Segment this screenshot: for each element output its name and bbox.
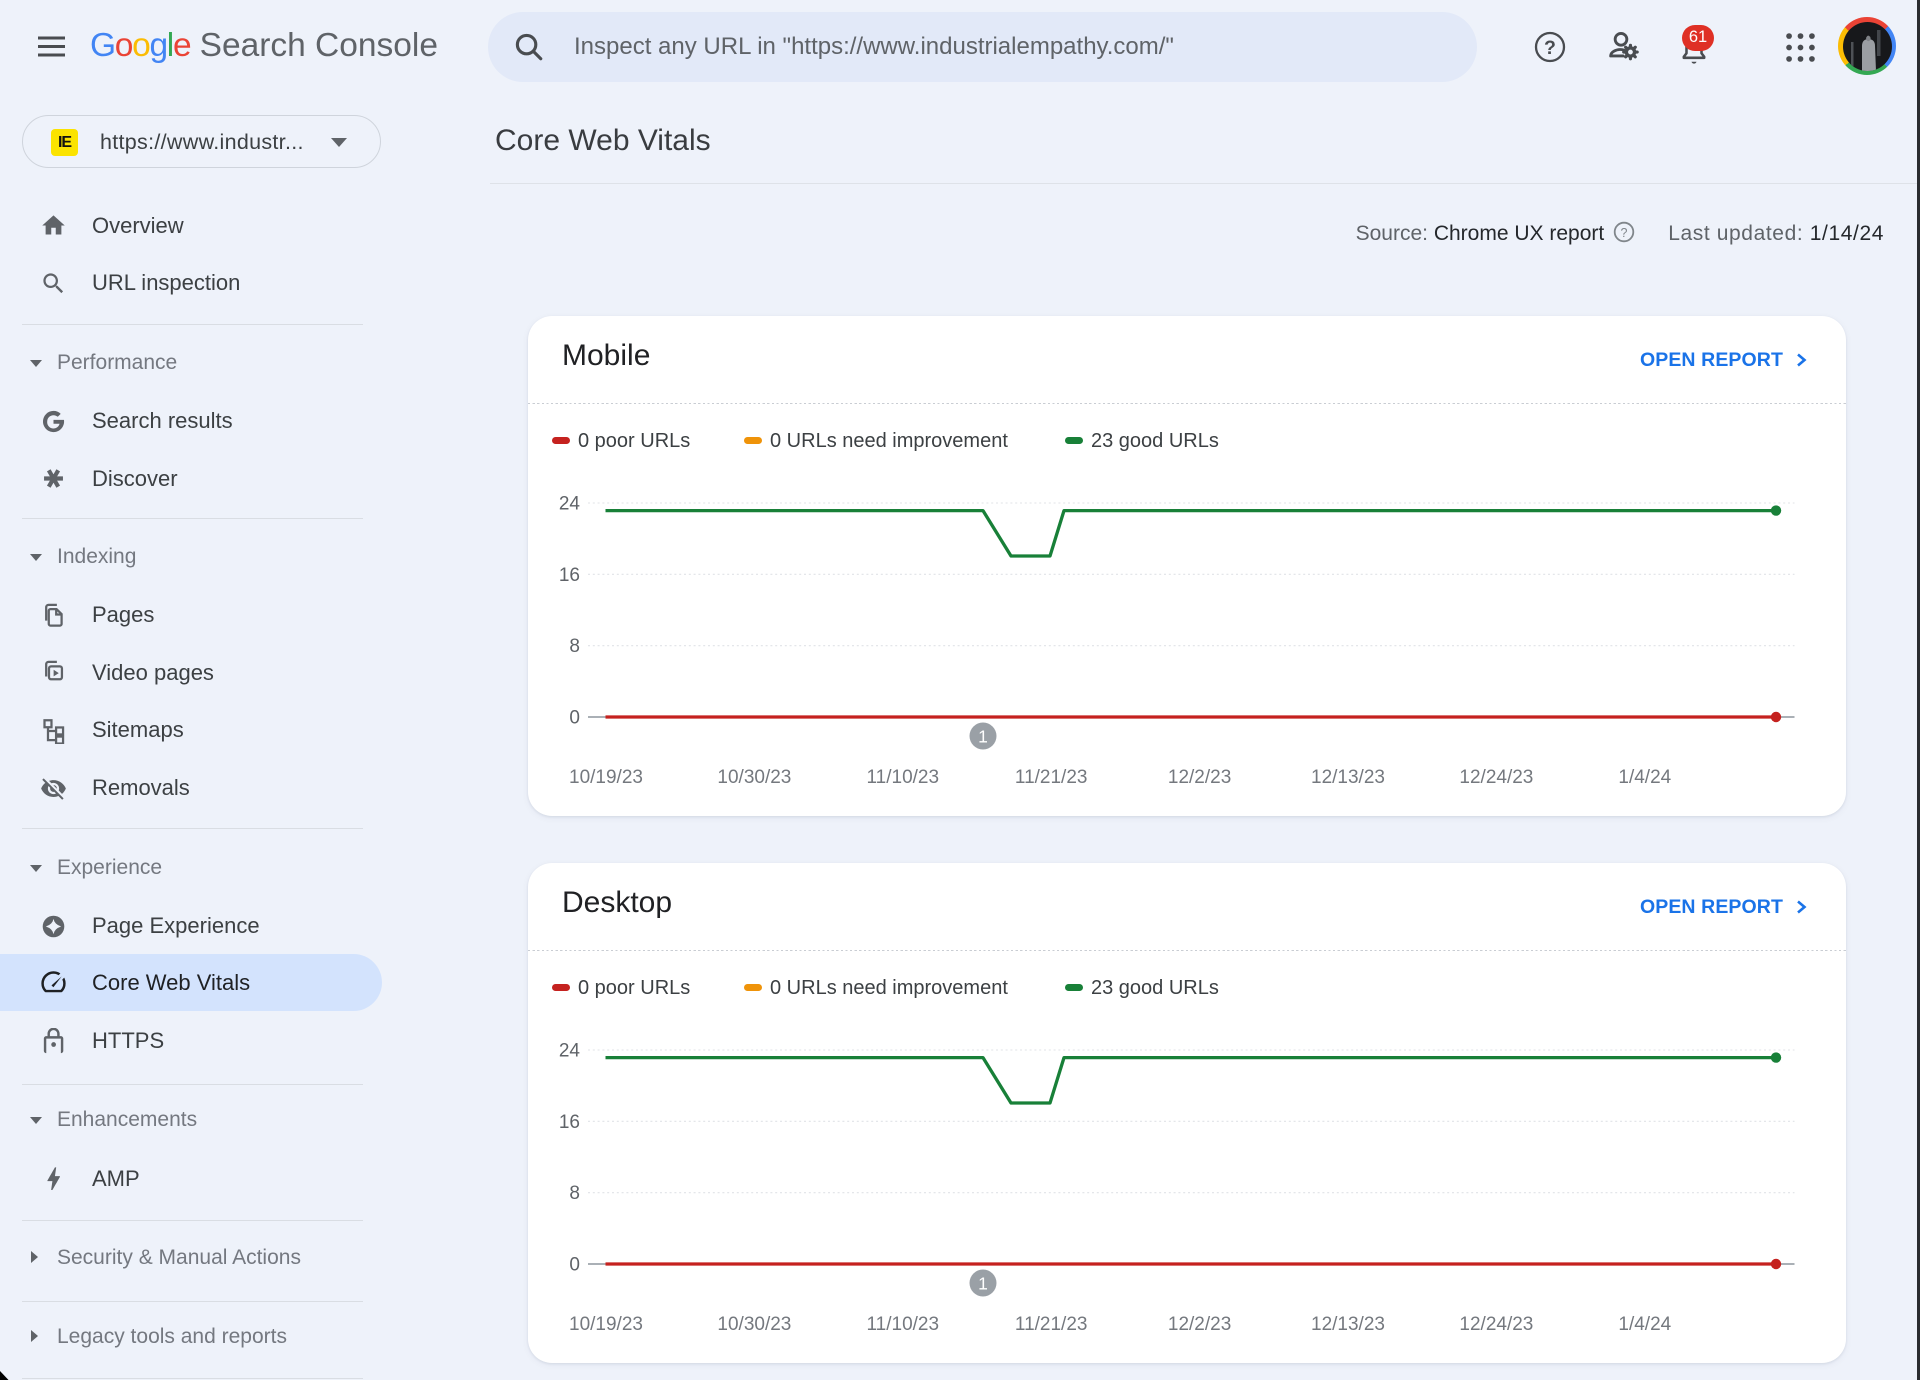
svg-text:12/24/23: 12/24/23 (1459, 1314, 1533, 1335)
svg-text:1: 1 (978, 1274, 988, 1294)
svg-text:12/2/23: 12/2/23 (1168, 1314, 1231, 1335)
svg-text:24: 24 (559, 1041, 581, 1062)
svg-text:10/30/23: 10/30/23 (717, 1314, 791, 1335)
svg-text:1/4/24: 1/4/24 (1618, 1314, 1671, 1335)
svg-text:?: ? (1544, 37, 1556, 59)
svg-text:24: 24 (559, 494, 581, 515)
svg-text:12/13/23: 12/13/23 (1311, 1314, 1385, 1335)
svg-text:10/30/23: 10/30/23 (717, 767, 791, 788)
svg-text:8: 8 (569, 1183, 580, 1204)
svg-text:11/21/23: 11/21/23 (1015, 1314, 1088, 1335)
svg-text:11/10/23: 11/10/23 (867, 767, 940, 788)
svg-text:12/2/23: 12/2/23 (1168, 767, 1231, 788)
svg-text:12/13/23: 12/13/23 (1311, 767, 1385, 788)
svg-text:10/19/23: 10/19/23 (569, 767, 643, 788)
svg-text:0: 0 (569, 708, 580, 729)
svg-text:?: ? (1621, 226, 1628, 240)
svg-text:1: 1 (978, 727, 988, 747)
svg-text:11/21/23: 11/21/23 (1015, 767, 1088, 788)
svg-text:16: 16 (559, 565, 580, 586)
svg-text:0: 0 (569, 1255, 580, 1276)
svg-text:1/4/24: 1/4/24 (1618, 767, 1671, 788)
svg-text:8: 8 (569, 636, 580, 657)
svg-text:16: 16 (559, 1112, 580, 1133)
svg-text:11/10/23: 11/10/23 (867, 1314, 940, 1335)
svg-text:10/19/23: 10/19/23 (569, 1314, 643, 1335)
svg-text:12/24/23: 12/24/23 (1459, 767, 1533, 788)
